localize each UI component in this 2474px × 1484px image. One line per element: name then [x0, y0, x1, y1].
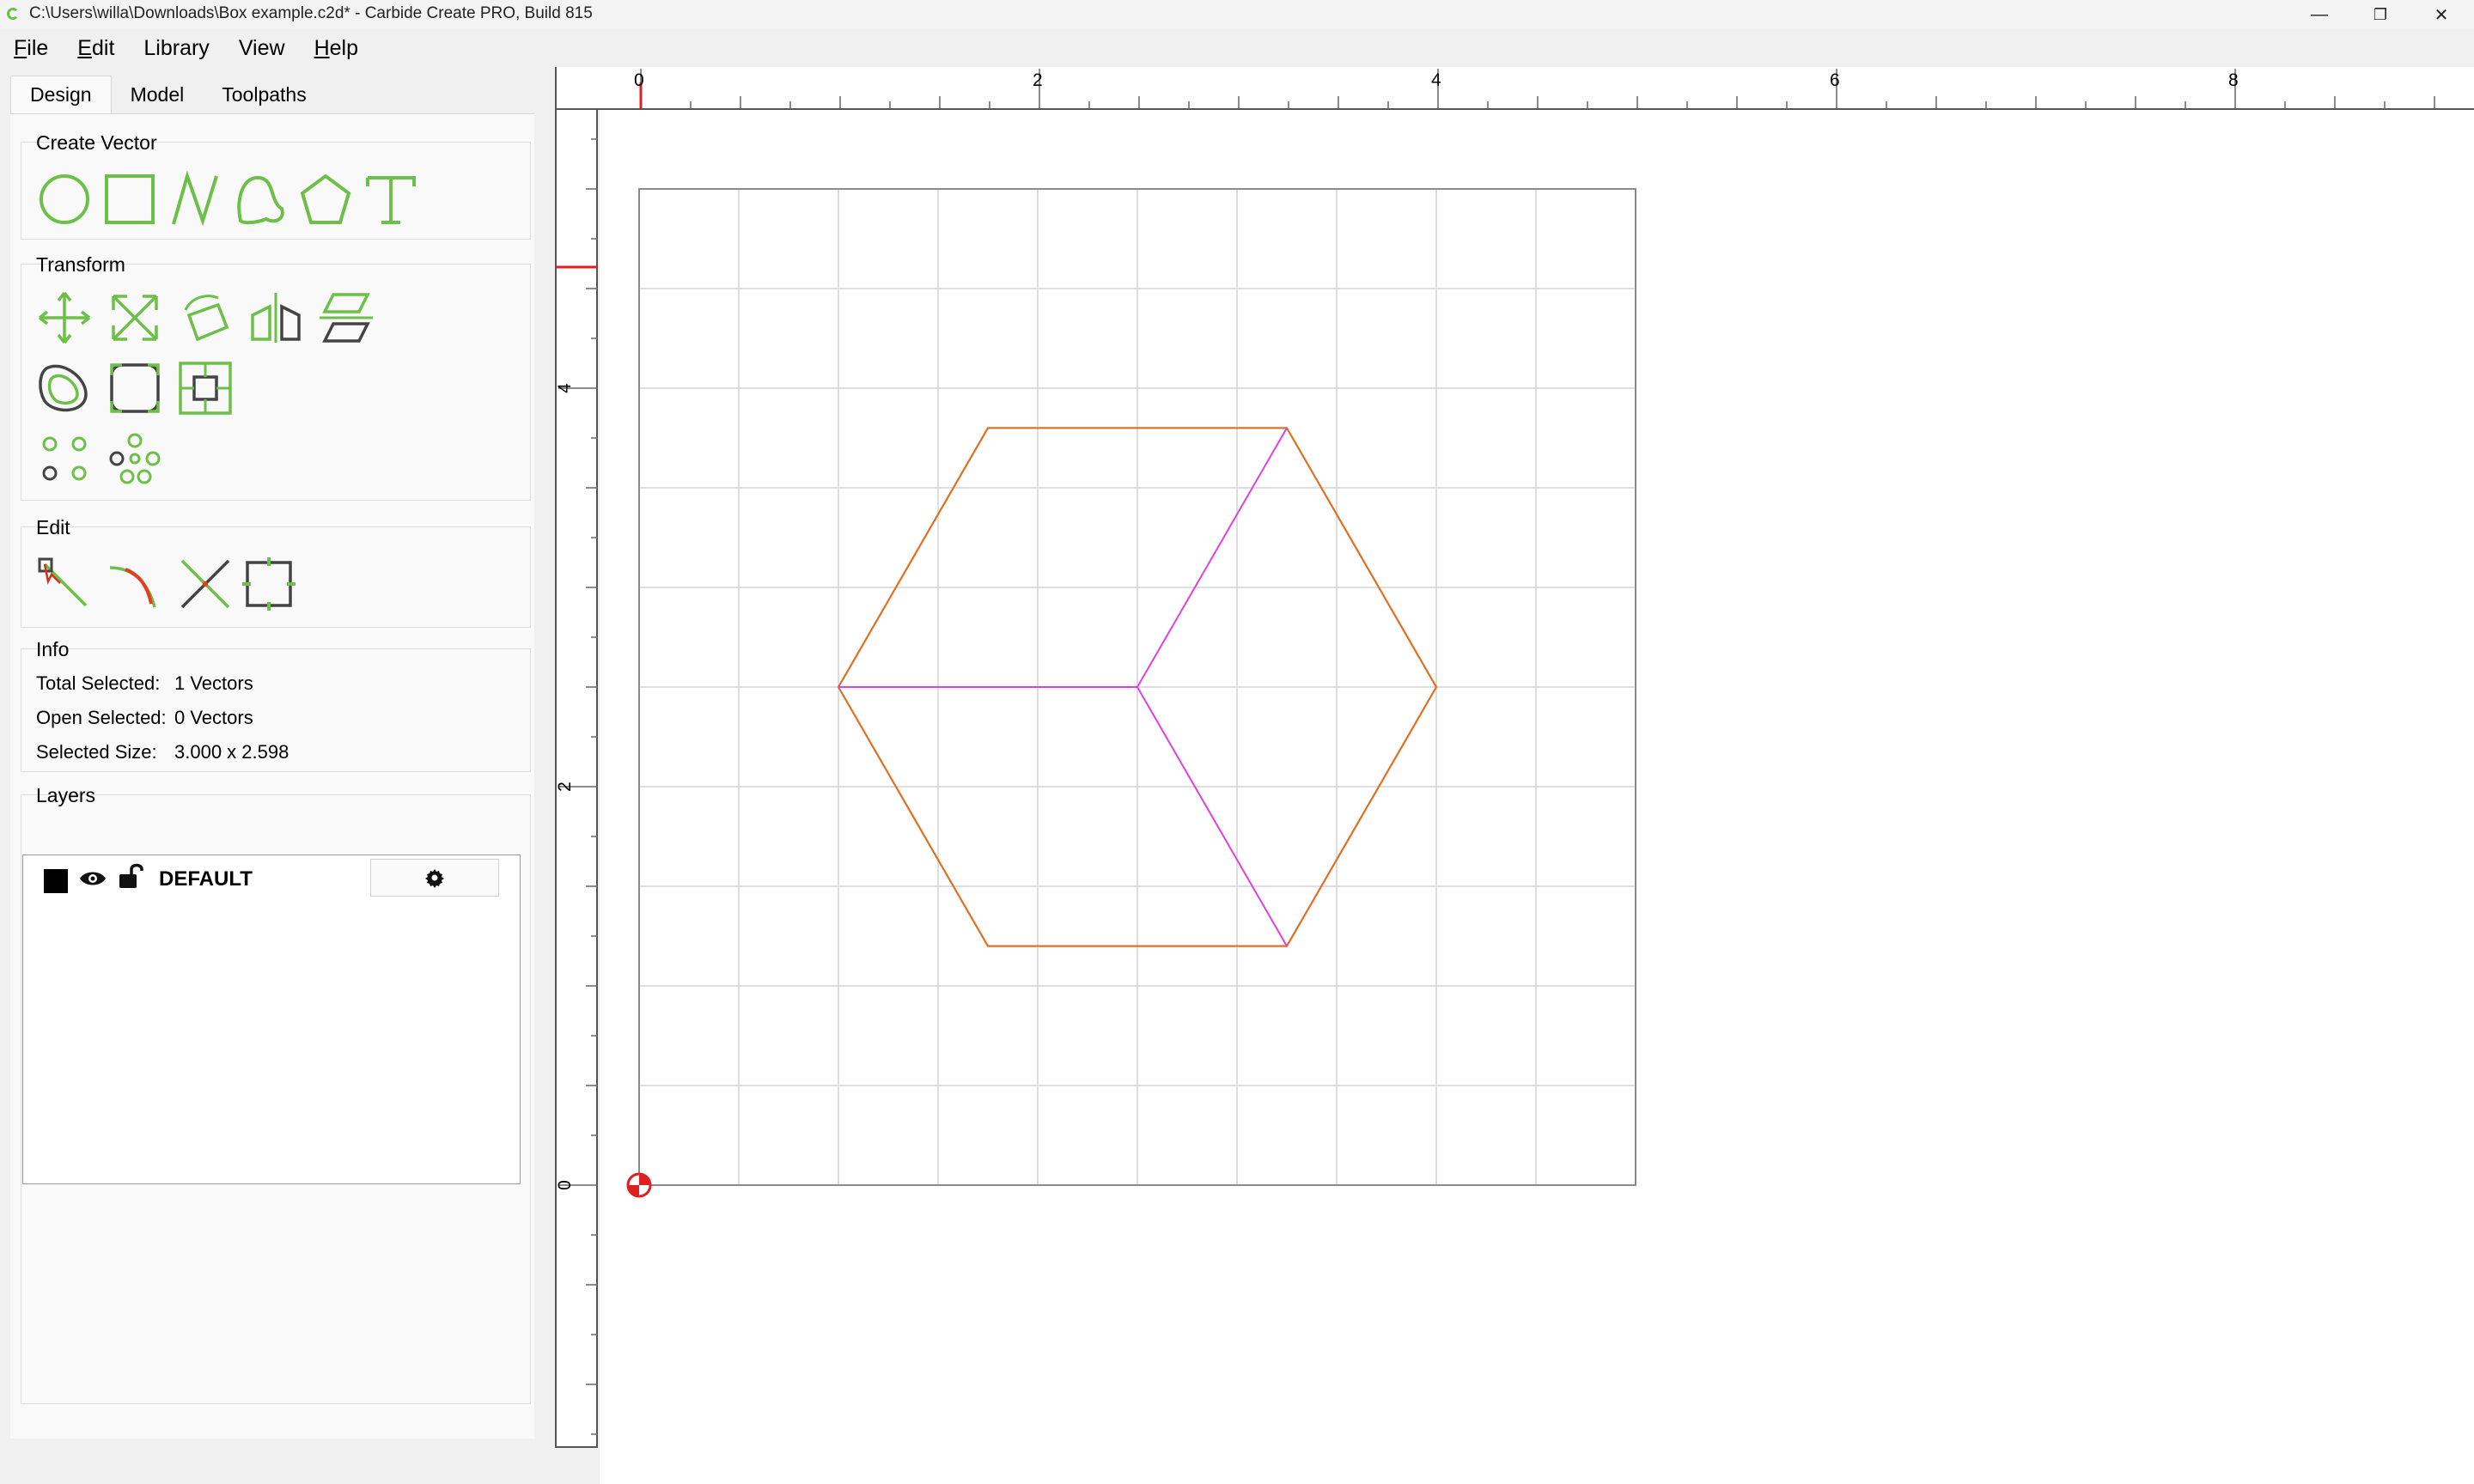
window-title: C:\Users\willa\Downloads\Box example.c2d… [29, 4, 593, 22]
transform-title: Transform [36, 253, 125, 276]
mirror-icon[interactable] [246, 288, 306, 348]
menu-help[interactable]: Help [314, 36, 358, 61]
menu-library[interactable]: Library [143, 36, 209, 61]
create-vector-title: Create Vector [36, 131, 157, 154]
rotate-icon[interactable] [175, 288, 235, 348]
minimize-button[interactable]: — [2290, 0, 2349, 29]
align-icon[interactable] [316, 288, 376, 348]
curve-icon[interactable] [230, 169, 290, 229]
ruler-x-label-8: 8 [2228, 70, 2239, 90]
selected-line-segment[interactable] [1136, 686, 1288, 947]
horizontal-ruler: 0 2 4 6 8 [555, 67, 2474, 110]
tab-model[interactable]: Model [112, 76, 204, 113]
tab-design[interactable]: Design [10, 76, 112, 113]
ruler-y-label-0: 0 [554, 1180, 575, 1190]
open-selected-label: Open Selected: [36, 707, 167, 728]
layer-name: DEFAULT [159, 867, 253, 891]
app-logo-icon [7, 8, 19, 20]
layers-list: DEFAULT [22, 855, 521, 1184]
layer-settings-button[interactable] [370, 859, 499, 897]
vertical-ruler: 4 2 0 [555, 110, 598, 1448]
bounding-box-icon[interactable] [239, 554, 299, 614]
layer-row[interactable]: DEFAULT [23, 855, 520, 902]
text-icon[interactable] [361, 169, 421, 229]
tab-toolpaths[interactable]: Toolpaths [203, 76, 325, 113]
scale-icon[interactable] [105, 288, 165, 348]
edit-title: Edit [36, 516, 70, 538]
ruler-x-label-2: 2 [1033, 70, 1043, 90]
restore-button[interactable]: ❐ [2351, 0, 2410, 29]
design-panel: Design Model Toolpaths Create Vector Tra… [10, 76, 534, 1438]
title-bar: C:\Users\willa\Downloads\Box example.c2d… [0, 0, 2474, 29]
trim-icon[interactable] [105, 554, 165, 614]
ruler-x-label-6: 6 [1830, 70, 1840, 90]
menu-view[interactable]: View [239, 36, 285, 61]
node-select-icon[interactable] [34, 554, 94, 614]
circular-array-icon[interactable] [105, 429, 165, 489]
total-selected-value: 1 Vectors [174, 672, 253, 694]
menu-file[interactable]: File [14, 36, 48, 61]
open-selected: Open Selected: 0 Vectors [36, 707, 253, 729]
selected-size: Selected Size: 3.000 x 2.598 [36, 741, 289, 763]
total-selected-label: Total Selected: [36, 672, 161, 694]
ruler-x-label-0: 0 [634, 70, 644, 90]
panel-body: Create Vector Transform Edit Info Total … [10, 113, 534, 1438]
close-button[interactable]: ✕ [2412, 0, 2471, 29]
gear-icon [425, 869, 444, 888]
fillet-icon[interactable] [105, 358, 165, 418]
array-icon[interactable] [34, 429, 94, 489]
menu-bar: File Edit Library View Help [0, 31, 2474, 65]
design-canvas[interactable] [600, 110, 2474, 1484]
info-title: Info [36, 638, 70, 660]
selected-size-value: 3.000 x 2.598 [174, 741, 289, 763]
circle-icon[interactable] [34, 169, 94, 229]
cut-icon[interactable] [175, 554, 235, 614]
offset-icon[interactable] [34, 358, 94, 418]
menu-edit[interactable]: Edit [77, 36, 114, 61]
ruler-y-label-2: 2 [554, 782, 575, 792]
rectangle-icon[interactable] [100, 169, 160, 229]
layers-title: Layers [36, 784, 96, 806]
open-selected-value: 0 Vectors [174, 707, 253, 728]
layer-color-swatch[interactable] [44, 869, 68, 893]
panel-tabs: Design Model Toolpaths [10, 76, 326, 113]
move-icon[interactable] [34, 288, 94, 348]
polyline-icon[interactable] [165, 169, 225, 229]
total-selected: Total Selected: 1 Vectors [36, 672, 253, 695]
ruler-y-label-4: 4 [554, 383, 575, 393]
selected-size-label: Selected Size: [36, 741, 157, 763]
eye-icon[interactable] [78, 866, 107, 891]
node-edit-icon[interactable] [175, 358, 235, 418]
selected-line-segment[interactable] [1136, 427, 1288, 688]
unlock-icon[interactable] [116, 862, 145, 890]
ruler-x-label-4: 4 [1431, 70, 1441, 90]
origin-marker-icon [626, 1172, 652, 1198]
polygon-icon[interactable] [296, 169, 356, 229]
